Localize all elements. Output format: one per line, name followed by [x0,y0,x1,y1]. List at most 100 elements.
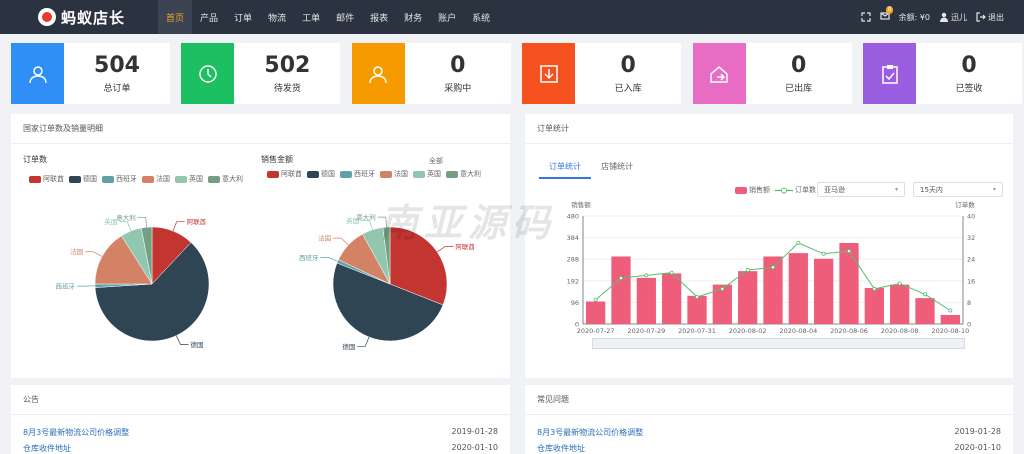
line-point[interactable] [770,265,775,270]
logout-button[interactable]: 退出 [976,12,1004,23]
list-item[interactable]: 仓库收件地址 2020-01-10 [23,443,498,454]
line-point[interactable] [821,251,826,256]
nav-item[interactable]: 产品 [192,0,226,34]
legend-item[interactable]: 德国 [69,174,97,184]
legend-item[interactable]: 英国 [413,169,441,179]
overlay-tab-all[interactable]: 全部 [429,156,443,166]
nav-item[interactable]: 物流 [260,0,294,34]
y2-tick-label: 40 [967,213,975,221]
line-point[interactable] [948,308,953,313]
notice-title[interactable]: 仓库收件地址 [23,443,71,454]
stat-card[interactable]: 502 待发货 [181,43,341,104]
legend-item[interactable]: 阿联酋 [29,174,64,184]
faq-date: 2019-01-28 [954,427,1002,436]
pie-label: 西班牙 [56,282,76,291]
legend-item[interactable]: 意大利 [446,169,481,179]
line-point[interactable] [619,276,624,281]
x-tick-label: 2020-08-06 [830,327,868,335]
line-point[interactable] [669,270,674,275]
line-point[interactable] [644,273,649,278]
pie-label-line [172,221,185,232]
fullscreen-icon[interactable] [860,12,871,22]
message-button[interactable]: 0 [879,6,894,23]
ant-logo-icon [38,8,56,26]
line-point[interactable] [922,292,927,297]
stat-card[interactable]: 0 已入库 [522,43,682,104]
stat-icon-box [863,43,916,104]
line-point[interactable] [720,286,725,291]
bar[interactable] [864,288,884,324]
download-icon [539,64,558,83]
legend-item[interactable]: 西班牙 [340,169,375,179]
pie-label-line [119,221,132,232]
legend-item[interactable]: 意大利 [208,174,243,184]
nav-item[interactable]: 订单 [226,0,260,34]
bar[interactable] [839,243,859,324]
bar[interactable] [586,301,606,325]
bar[interactable] [814,258,834,324]
bar[interactable] [636,277,656,324]
bar[interactable] [915,298,935,324]
bar[interactable] [940,315,960,324]
pie-label: 意大利 [356,213,376,222]
user-menu[interactable]: 迅儿 [939,12,967,23]
legend-sales[interactable]: 销售额 [735,185,770,195]
legend-item[interactable]: 法国 [380,169,408,179]
line-point[interactable] [593,297,598,302]
nav-item[interactable]: 系统 [464,0,498,34]
stat-value: 504 [94,53,140,78]
y-tick-label: 480 [567,213,579,221]
store-select[interactable]: 亚马逊 ▾ [817,182,905,197]
stat-card[interactable]: 0 采购中 [351,43,511,104]
stat-card[interactable]: 0 已出库 [692,43,852,104]
brand-name: 蚂蚁店长 [61,8,126,27]
order-bar-chart: 0961922883844800816243240销售额 订单数2020-07-2… [567,200,976,335]
legend-item[interactable]: 阿联酋 [267,169,302,179]
line-point[interactable] [872,286,877,291]
legend-item[interactable]: 英国 [175,174,203,184]
legend-orders[interactable]: 订单数 [775,185,816,195]
nav-right: 0 余额: ¥0 迅儿 退出 [860,0,1004,34]
bar[interactable] [611,256,631,325]
brand-logo[interactable]: 蚂蚁店长 [38,7,158,28]
line-point[interactable] [796,241,801,246]
pie-label-line [320,257,338,262]
nav-item[interactable]: 邮件 [328,0,362,34]
legend-item[interactable]: 法国 [142,174,170,184]
range-select[interactable]: 15天内 ▾ [913,182,1003,197]
legend-item[interactable]: 德国 [307,169,335,179]
nav-item[interactable]: 工单 [294,0,328,34]
zoom-slider[interactable] [592,338,965,349]
stat-body: 504 总订单 [64,43,170,104]
tab-store-stats[interactable]: 店铺统计 [591,156,643,179]
chevron-down-icon: ▾ [894,186,898,193]
nav-item[interactable]: 财务 [396,0,430,34]
line-point[interactable] [897,281,902,286]
tab-order-stats[interactable]: 订单统计 [539,156,591,179]
pie-label: 德国 [191,340,204,349]
list-item[interactable]: 8月3号最新物流公司价格调整 2019-01-28 [23,427,498,438]
stat-card[interactable]: 0 已签收 [863,43,1022,104]
stat-card[interactable]: 504 总订单 [11,43,170,104]
legend-label: 阿联酋 [43,175,64,183]
notice-title[interactable]: 8月3号最新物流公司价格调整 [23,427,129,438]
faq-title[interactable]: 8月3号最新物流公司价格调整 [537,427,643,438]
order-stats-panel: 订单统计 订单统计 店铺统计 全部 销售额 订单数 亚马逊 ▾ 15天内 ▾ 0 96… [429,114,1013,378]
nav-item[interactable]: 首页 [158,0,193,34]
bar[interactable] [662,273,682,324]
line-point[interactable] [745,268,750,273]
legend-label: 阿联酋 [281,170,302,178]
bar[interactable] [890,284,910,324]
faq-title[interactable]: 仓库收件地址 [537,443,585,454]
legend-item[interactable]: 西班牙 [102,174,137,184]
line-point[interactable] [846,249,851,254]
bar[interactable] [788,253,808,324]
nav-item[interactable]: 账户 [430,0,464,34]
bar[interactable] [687,295,707,324]
list-item[interactable]: 仓库收件地址 2020-01-10 [537,443,1001,454]
line-point[interactable] [694,295,699,300]
legend-swatch [267,170,279,178]
nav-item[interactable]: 报表 [362,0,396,34]
bar[interactable] [738,271,758,324]
list-item[interactable]: 8月3号最新物流公司价格调整 2019-01-28 [537,427,1001,438]
